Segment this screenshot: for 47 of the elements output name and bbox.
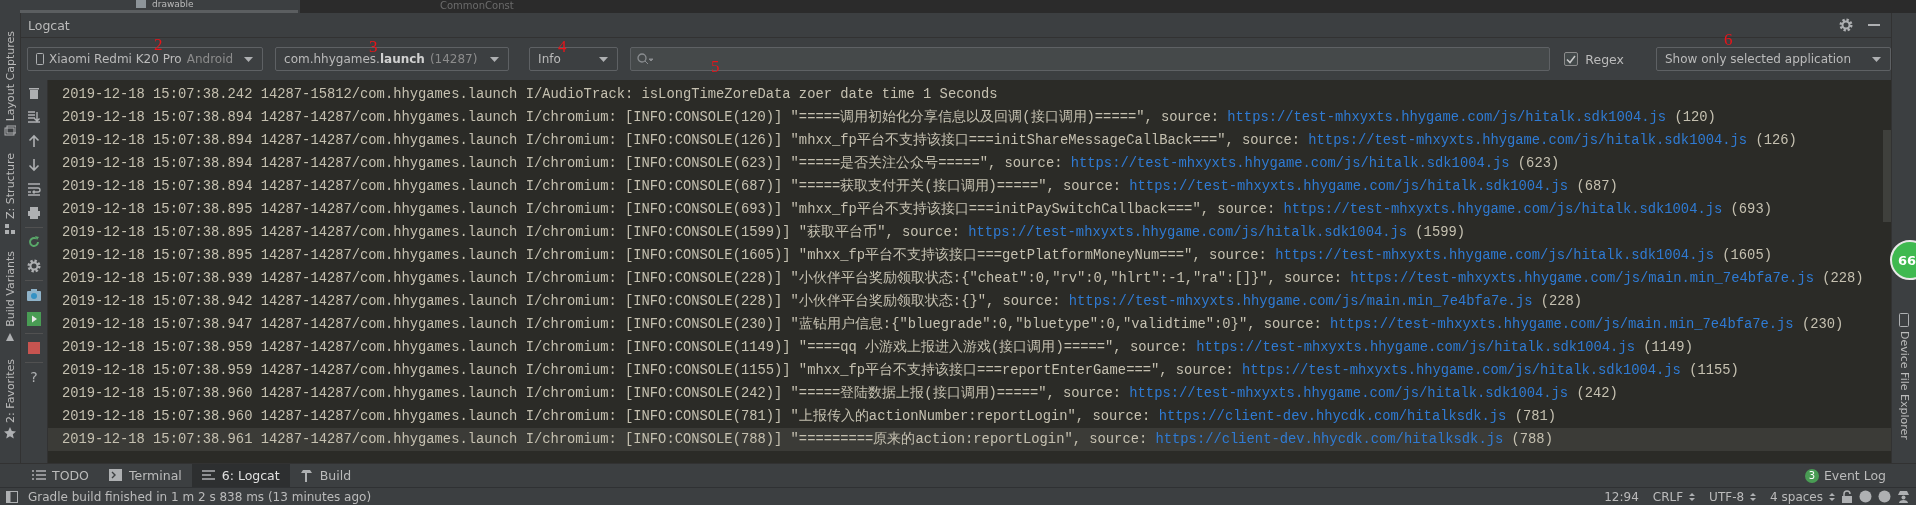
tree-item[interactable]: drawable <box>152 0 194 9</box>
event-log-tab[interactable]: 3 Event Log <box>1804 468 1916 483</box>
log-line: 2019-12-18 15:07:38.895 14287-14287/com.hhygames.launch I/chromium: [INFO:CONSOLE(1605)] "mhxx_fp平台不支持该接口===getPlatformMoneyNum===", source: https://test-mhxyxts.hhygame.com/js/hitalk.sdk1004.js (1605) <box>61 246 1773 265</box>
source-link[interactable]: https://test-mhxyxts.hhygame.com/js/hitalk.sdk1004.js <box>1129 386 1569 401</box>
bottom-tab[interactable]: TODO <box>22 464 99 487</box>
log-line: 2019-12-18 15:07:38.960 14287-14287/com.hhygames.launch I/chromium: [INFO:CONSOLE(781)] "上报传入的actionNumber:reportLogin", source: https://client-dev.hhycdk.com/hitalksdk.js (781) <box>61 407 1558 426</box>
source-link[interactable]: https://test-mhxyxts.hhygame.com/js/hitalk.sdk1004.js <box>968 225 1408 240</box>
bottom-tab[interactable]: 6: Logcat <box>191 464 290 487</box>
status-message: Gradle build finished in 1 m 2 s 838 ms (13 minutes ago) <box>28 489 372 504</box>
log-line: 2019-12-18 15:07:38.894 14287-14287/com.hhygames.launch I/chromium: [INFO:CONSOLE(120)] "=====调用初始化分享信息以及回调(接口调用)=====", source: https://test-mhxyxts.hhygame.com/js/hitalk.sdk1004.js (120) <box>61 108 1717 127</box>
panel-title: Logcat <box>28 17 70 33</box>
source-link[interactable]: https://client-dev.hhycdk.com/hitalksdk.js <box>1158 409 1507 424</box>
source-link[interactable]: https://test-mhxyxts.hhygame.com/js/hitalk.sdk1004.js <box>1242 363 1681 378</box>
source-link[interactable]: https://test-mhxyxts.hhygame.com/js/hitalk.sdk1004.js <box>1227 110 1667 125</box>
annotation-number: 5 <box>711 58 720 75</box>
source-link[interactable]: https://test-mhxyxts.hhygame.com/js/main.min_7e4bfa7e.js <box>1329 317 1794 332</box>
tool-window-tab[interactable]: Layout Captures <box>3 31 17 122</box>
log-line: 2019-12-18 15:07:38.947 14287-14287/com.hhygames.launch I/chromium: [INFO:CONSOLE(230)] "蓝钻用户信息:{"bluegrade":0,"bluetype":0,"validtime":0}", source: https://test-mhxyxts.hhygame.com/js/main.min_7e4bfa7e.js (230) <box>61 315 1845 334</box>
source-link[interactable]: https://test-mhxyxts.hhygame.com/js/hitalk.sdk1004.js <box>1196 340 1635 355</box>
status-item[interactable]: UTF-8 <box>1709 489 1745 504</box>
status-item[interactable]: 4 spaces <box>1770 489 1823 504</box>
tool-window-tab[interactable]: 2: Favorites <box>3 359 17 424</box>
bottom-tab[interactable]: Terminal <box>98 464 192 487</box>
source-link[interactable]: https://test-mhxyxts.hhygame.com/js/hitalk.sdk1004.js <box>1275 248 1714 263</box>
source-link[interactable]: https://test-mhxyxts.hhygame.com/js/main.min_7e4bfa7e.js <box>1068 294 1533 309</box>
log-line: 2019-12-18 15:07:38.242 14287-15812/com.hhygames.launch I/AudioTrack: isLongTimeZoreData zoer date time 1 Seconds <box>61 86 999 104</box>
tool-window-tab[interactable]: Device File Explorer <box>1897 331 1911 440</box>
log-line: 2019-12-18 15:07:38.939 14287-14287/com.hhygames.launch I/chromium: [INFO:CONSOLE(228)] "小伙伴平台奖励领取状态:{"cheat":0,"rv":0,"hlrt":-1,"ra":[]}", source: https://test-mhxyxts.hhygame.com/js/main.min_7e4bfa7e.js (228) <box>61 269 1865 288</box>
log-line: 2019-12-18 15:07:38.959 14287-14287/com.hhygames.launch I/chromium: [INFO:CONSOLE(1155)] "mhxx_fp平台不支持该接口===reportEnterGame===", source: https://test-mhxyxts.hhygame.com/js/hitalk.sdk1004.js (1155) <box>61 361 1740 380</box>
filter-dropdown[interactable]: Show only selected application <box>1655 47 1891 71</box>
help-button[interactable]: ? <box>30 370 38 384</box>
source-link[interactable]: https://test-mhxyxts.hhygame.com/js/hitalk.sdk1004.js <box>1070 156 1510 171</box>
log-line: 2019-12-18 15:07:38.895 14287-14287/com.hhygames.launch I/chromium: [INFO:CONSOLE(1599)] "获取平台币", source: https://test-mhxyxts.hhygame.com/js/hitalk.sdk1004.js (1599) <box>61 223 1466 242</box>
source-link[interactable]: https://test-mhxyxts.hhygame.com/js/main.min_7e4bfa7e.js <box>1350 271 1814 286</box>
regex-label: Regex <box>1585 51 1624 67</box>
annotation-number: 6 <box>1724 31 1733 48</box>
bottom-tab[interactable]: Build <box>289 464 362 487</box>
source-link[interactable]: https://test-mhxyxts.hhygame.com/js/hitalk.sdk1004.js <box>1283 202 1723 217</box>
status-item[interactable]: CRLF <box>1652 489 1684 504</box>
tool-window-tab[interactable]: Build Variants <box>3 251 17 328</box>
tool-window-tab[interactable]: Z: Structure <box>3 153 17 220</box>
status-item[interactable]: 12:94 <box>1604 489 1639 504</box>
log-line: 2019-12-18 15:07:38.942 14287-14287/com.hhygames.launch I/chromium: [INFO:CONSOLE(228)] "小伙伴平台奖励领取状态:{}", source: https://test-mhxyxts.hhygame.com/js/main.min_7e4bfa7e.js (228) <box>61 292 1584 311</box>
log-line: 2019-12-18 15:07:38.960 14287-14287/com.hhygames.launch I/chromium: [INFO:CONSOLE(242)] "=====登陆数据上报(接口调用)=====", source: https://test-mhxyxts.hhygame.com/js/hitalk.sdk1004.js (242) <box>61 384 1619 403</box>
log-line: 2019-12-18 15:07:38.959 14287-14287/com.hhygames.launch I/chromium: [INFO:CONSOLE(1149)] "====qq 小游戏上报进入游戏(接口调用)=====", source: https://test-mhxyxts.hhygame.com/js/hitalk.sdk1004.js (1149) <box>61 338 1694 357</box>
source-link[interactable]: https://test-mhxyxts.hhygame.com/js/hitalk.sdk1004.js <box>1129 179 1569 194</box>
source-link[interactable]: https://test-mhxyxts.hhygame.com/js/hitalk.sdk1004.js <box>1308 133 1748 148</box>
